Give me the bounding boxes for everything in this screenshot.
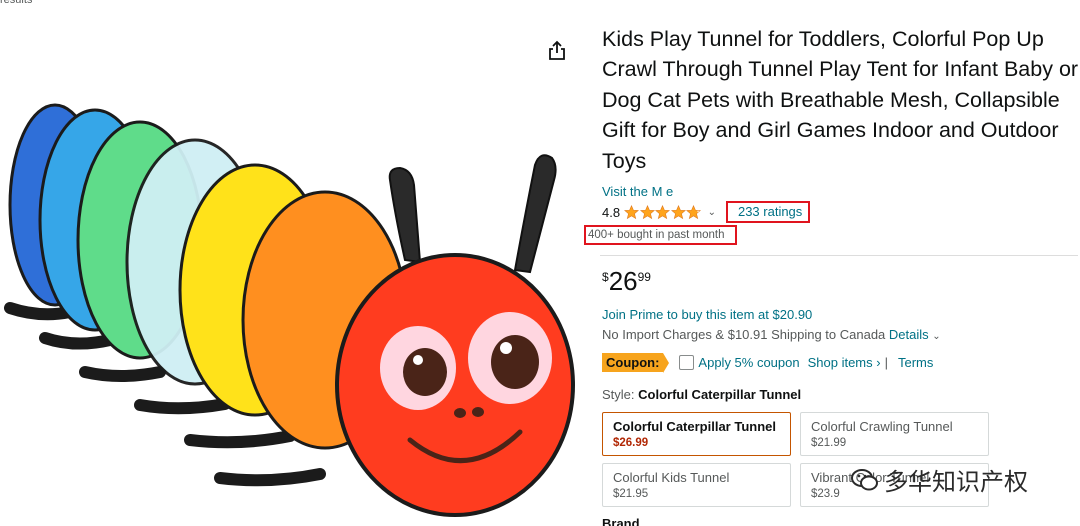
style-option-crawling[interactable]: Colorful Crawling Tunnel $21.99 [800,412,989,457]
star-icon [655,204,671,219]
shipping-details-link[interactable]: Details [889,327,929,342]
star-icon [670,204,686,219]
apply-coupon-label[interactable]: Apply 5% coupon [698,355,799,370]
separator: | [884,354,888,370]
price: $ 26 99 [602,267,1080,299]
chevron-down-icon[interactable]: ⌄ [708,207,716,218]
bought-past-month: 400+ bought in past month [584,225,737,246]
star-rating[interactable] [624,204,702,220]
star-icon [639,204,655,219]
results-crumb: results [0,0,33,6]
star-icon [686,204,702,219]
price-symbol: $ [602,270,609,285]
shipping-text: No Import Charges & $10.91 Shipping to C… [602,327,889,343]
option-name: Colorful Caterpillar Tunnel [613,419,776,435]
terms-link[interactable]: Terms [898,355,933,370]
style-selection: Style: Colorful Caterpillar Tunnel [602,387,1080,402]
style-value: Colorful Caterpillar Tunnel [638,387,802,403]
watermark: 多华知识产权 [850,462,1028,497]
ratings-count-link[interactable]: 233 ratings [725,201,811,224]
rating-value: 4.8 [602,204,621,220]
option-price: $21.99 [811,437,847,450]
shop-items-link[interactable]: Shop items › [808,355,881,370]
watermark-text: 多华知识产权 [884,469,1028,496]
coupon-badge: Coupon: [602,352,670,373]
price-fraction: 99 [637,270,651,285]
rating-row: 4.8 ⌄ 233 ratings [602,201,1080,224]
brand-label: Brand [602,516,640,526]
style-option-caterpillar[interactable]: Colorful Caterpillar Tunnel $26.99 [602,412,791,457]
option-price: $21.95 [613,488,649,501]
wechat-icon [851,468,878,490]
coupon-row: Coupon: Apply 5% coupon Shop items › | T… [602,351,1080,373]
option-name: Colorful Kids Tunnel [613,470,730,486]
price-whole: 26 [608,266,638,297]
product-title: Kids Play Tunnel for Toddlers, Colorful … [602,27,1079,173]
store-link[interactable]: Visit the M e [602,184,1080,200]
prime-offer-link[interactable]: Join Prime to buy this item at $20.90 [602,307,1080,322]
coupon-checkbox[interactable] [679,354,695,370]
chevron-down-icon[interactable]: ⌄ [932,331,940,342]
style-option-kids[interactable]: Colorful Kids Tunnel $21.95 [602,463,791,508]
divider [600,255,1078,257]
share-icon[interactable] [547,40,567,62]
product-image[interactable] [0,100,590,526]
shipping-info: No Import Charges & $10.91 Shipping to C… [602,327,1080,342]
style-label: Style: [602,387,639,403]
option-price: $26.99 [613,437,649,450]
star-icon [624,204,640,219]
option-name: Colorful Crawling Tunnel [811,419,953,435]
